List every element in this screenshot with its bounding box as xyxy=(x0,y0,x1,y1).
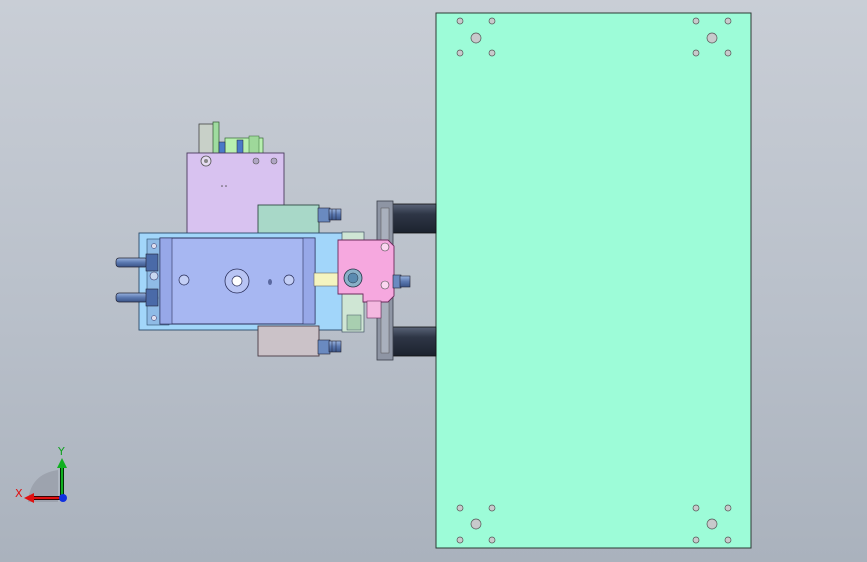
plate-hole xyxy=(724,504,732,512)
guide-rod-lower xyxy=(389,326,437,357)
lower-block[interactable] xyxy=(257,325,342,357)
cylinder-end-cap xyxy=(159,237,173,325)
plate-hole xyxy=(692,536,700,544)
upper-valve-connector xyxy=(317,207,331,223)
plate-hole xyxy=(456,49,464,57)
cylinder-mark xyxy=(268,279,272,285)
y-axis-label: Y xyxy=(57,445,65,458)
plate-hole xyxy=(456,17,464,25)
bracket-foot xyxy=(346,314,362,331)
cylinder-port-icon xyxy=(178,274,190,286)
end-block-screw-icon xyxy=(380,280,390,290)
cylinder-bore xyxy=(231,275,243,287)
plate-hole xyxy=(724,49,732,57)
model-scene[interactable]: Y X xyxy=(0,0,867,562)
top-valve-body xyxy=(198,123,216,155)
upper-valve-fitting xyxy=(328,208,342,221)
x-axis-label: X xyxy=(15,487,23,500)
air-fitting-lower-nut xyxy=(145,288,159,307)
plate-hole xyxy=(724,17,732,25)
top-valve-assembly[interactable] xyxy=(198,121,264,155)
lower-block-connector xyxy=(317,339,331,355)
y-axis-arrow-icon xyxy=(57,458,67,468)
hole-icon xyxy=(252,157,260,165)
top-fitting xyxy=(218,141,226,155)
plate-hole xyxy=(470,32,482,44)
manifold-port-icon xyxy=(149,271,159,281)
plate-hole xyxy=(488,536,496,544)
plate-hole xyxy=(456,536,464,544)
plate-hole xyxy=(692,17,700,25)
axis-triad: Y X xyxy=(15,445,67,503)
top-valve-stem xyxy=(212,121,220,155)
hole-icon xyxy=(270,157,278,165)
cylinder-end-cap xyxy=(302,237,316,325)
screw-icon-center xyxy=(204,159,208,163)
pneumatic-cylinder[interactable] xyxy=(159,237,316,325)
manifold-bolt-icon xyxy=(151,315,157,321)
plate-hole xyxy=(706,518,718,530)
end-block-knob-center xyxy=(347,272,359,284)
top-fitting xyxy=(248,135,260,155)
end-block-screw-icon xyxy=(380,242,390,252)
plate-hole xyxy=(456,504,464,512)
manifold-bolt-icon xyxy=(151,243,157,249)
plate-hole xyxy=(692,504,700,512)
end-block-tab xyxy=(366,300,382,319)
plate-hole xyxy=(470,518,482,530)
dot xyxy=(221,185,223,187)
guide-rod-upper xyxy=(389,203,437,234)
plate-hole xyxy=(488,504,496,512)
plate-hole xyxy=(692,49,700,57)
upper-valve[interactable] xyxy=(257,204,342,237)
air-fitting-upper xyxy=(115,257,149,268)
lower-block-body xyxy=(257,325,320,357)
mounting-plate-body[interactable] xyxy=(435,12,752,549)
z-axis-icon xyxy=(59,494,67,502)
cylinder-port-icon xyxy=(283,274,295,286)
upper-valve-body xyxy=(257,204,320,237)
mounting-plate[interactable] xyxy=(435,12,752,549)
cad-viewport[interactable]: Y X xyxy=(0,0,867,562)
plate-hole xyxy=(488,17,496,25)
plate-hole xyxy=(724,536,732,544)
air-fitting-upper-nut xyxy=(145,253,159,272)
air-fitting-lower xyxy=(115,292,149,303)
dot xyxy=(225,185,227,187)
end-block-fitting-nut xyxy=(399,275,411,288)
plate-hole xyxy=(706,32,718,44)
lower-block-fitting xyxy=(328,340,342,353)
top-fitting xyxy=(236,139,244,155)
plate-hole xyxy=(488,49,496,57)
